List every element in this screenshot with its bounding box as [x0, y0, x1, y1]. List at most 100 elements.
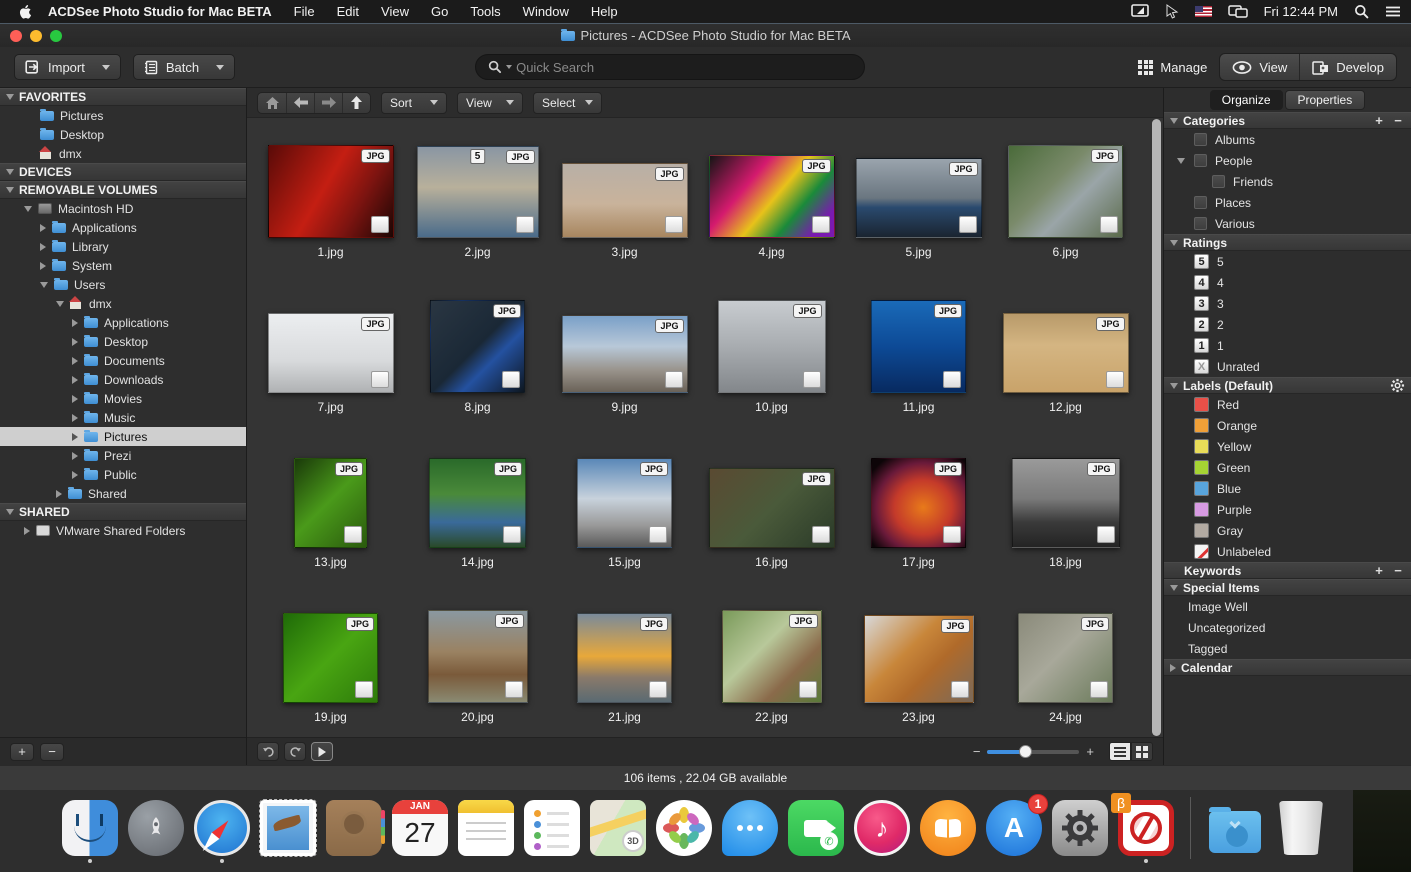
photo-item[interactable]: JPG6.jpg — [992, 130, 1139, 285]
keywords-section-header[interactable]: Keywords + − — [1164, 562, 1411, 579]
dock-ibooks-icon[interactable] — [920, 800, 976, 856]
dock-notes-icon[interactable] — [458, 800, 514, 856]
add-category-button[interactable]: + — [1372, 113, 1386, 128]
label-purple[interactable]: Purple — [1164, 499, 1411, 520]
dock-trash-icon[interactable] — [1273, 800, 1329, 856]
photo-thumbnail[interactable]: JPG — [1003, 313, 1129, 393]
sidebar-item-shared-folder[interactable]: Shared — [0, 484, 246, 503]
photo-thumbnail[interactable]: JPG — [294, 458, 367, 548]
sidebar-item-user-music[interactable]: Music — [0, 408, 246, 427]
removable-volumes-section-header[interactable]: REMOVABLE VOLUMES — [0, 181, 246, 199]
photo-thumbnail[interactable]: JPG — [428, 610, 528, 703]
sidebar-item-dmx-favorite[interactable]: dmx — [0, 144, 246, 163]
select-checkbox[interactable] — [1097, 526, 1115, 543]
slideshow-button[interactable] — [311, 742, 333, 761]
photo-item[interactable]: JPG7.jpg — [257, 285, 404, 440]
photo-thumbnail[interactable]: JPG — [718, 300, 826, 393]
photo-item[interactable]: JPG20.jpg — [404, 595, 551, 737]
minimize-window-button[interactable] — [30, 30, 42, 42]
photo-item[interactable]: JPG1.jpg — [257, 130, 404, 285]
select-checkbox[interactable] — [1100, 216, 1118, 233]
select-checkbox[interactable] — [959, 216, 977, 233]
menu-clock[interactable]: Fri 12:44 PM — [1264, 4, 1338, 19]
menu-window[interactable]: Window — [523, 4, 569, 19]
zoom-slider[interactable] — [987, 750, 1079, 754]
vmware-cursor-icon[interactable] — [1165, 4, 1179, 19]
sidebar-item-users[interactable]: Users — [0, 275, 246, 294]
select-checkbox[interactable] — [1106, 371, 1124, 388]
select-checkbox[interactable] — [951, 681, 969, 698]
select-checkbox[interactable] — [503, 526, 521, 543]
select-checkbox[interactable] — [371, 216, 389, 233]
special-item-uncategorized[interactable]: Uncategorized — [1164, 617, 1411, 638]
shared-section-header[interactable]: SHARED — [0, 503, 246, 521]
photo-thumbnail[interactable]: JPG — [430, 300, 525, 393]
photo-thumbnail[interactable]: JPG — [1008, 145, 1123, 238]
mode-manage-button[interactable]: Manage — [1126, 53, 1219, 81]
sort-dropdown[interactable]: Sort — [381, 92, 447, 114]
dock-downloads-folder-icon[interactable] — [1207, 800, 1263, 856]
tab-organize[interactable]: Organize — [1210, 90, 1283, 110]
sidebar-item-pictures-favorite[interactable]: Pictures — [0, 106, 246, 125]
add-favorite-button[interactable]: + — [10, 743, 34, 761]
special-item-image-well[interactable]: Image Well — [1164, 596, 1411, 617]
vertical-scrollbar[interactable] — [1152, 118, 1161, 737]
import-button[interactable]: Import — [14, 54, 121, 80]
dock-reminders-icon[interactable] — [524, 800, 580, 856]
menu-help[interactable]: Help — [591, 4, 618, 19]
photo-item[interactable]: JPG15.jpg — [551, 440, 698, 595]
spotlight-search-icon[interactable] — [1354, 4, 1369, 19]
displays-icon[interactable] — [1228, 4, 1248, 19]
menu-app-name[interactable]: ACDSee Photo Studio for Mac BETA — [48, 4, 272, 19]
photo-thumbnail[interactable]: JPG — [722, 610, 822, 703]
photo-item[interactable]: JPG14.jpg — [404, 440, 551, 595]
quick-search-input[interactable]: Quick Search — [475, 54, 865, 80]
photo-thumbnail[interactable]: JPG — [864, 615, 974, 703]
window-title-bar[interactable]: Pictures - ACDSee Photo Studio for Mac B… — [0, 23, 1411, 47]
calendar-section-header[interactable]: Calendar — [1164, 659, 1411, 676]
remove-keyword-button[interactable]: − — [1391, 563, 1405, 578]
photo-item[interactable]: 5JPG2.jpg — [404, 130, 551, 285]
photo-thumbnail[interactable]: JPG — [268, 145, 394, 238]
dock-acdsee-icon[interactable]: β — [1118, 800, 1174, 856]
photo-item[interactable]: JPG9.jpg — [551, 285, 698, 440]
label-red[interactable]: Red — [1164, 394, 1411, 415]
select-checkbox[interactable] — [355, 681, 373, 698]
menu-view[interactable]: View — [381, 4, 409, 19]
photo-thumbnail[interactable]: JPG — [562, 163, 688, 238]
dock-photos-icon[interactable] — [656, 800, 712, 856]
photo-thumbnail[interactable]: JPG — [709, 155, 835, 238]
photo-item[interactable]: JPG13.jpg — [257, 440, 404, 595]
zoom-window-button[interactable] — [50, 30, 62, 42]
search-scope-dropdown-arrow[interactable] — [506, 65, 512, 69]
rating-3[interactable]: 33 — [1164, 293, 1411, 314]
close-window-button[interactable] — [10, 30, 22, 42]
back-button[interactable] — [286, 93, 314, 113]
sidebar-item-library[interactable]: Library — [0, 237, 246, 256]
select-checkbox[interactable] — [943, 526, 961, 543]
zoom-in-icon[interactable]: + — [1086, 744, 1094, 759]
photo-thumbnail[interactable]: JPG — [856, 158, 982, 238]
sidebar-item-vmware-shared-folders[interactable]: VMware Shared Folders — [0, 521, 246, 540]
photo-thumbnail[interactable]: JPG — [1012, 458, 1120, 548]
sidebar-item-user-downloads[interactable]: Downloads — [0, 370, 246, 389]
select-checkbox[interactable] — [665, 371, 683, 388]
photo-item[interactable]: JPG10.jpg — [698, 285, 845, 440]
places-checkbox[interactable] — [1194, 196, 1207, 209]
menu-tools[interactable]: Tools — [470, 4, 500, 19]
photo-item[interactable]: JPG22.jpg — [698, 595, 845, 737]
photo-item[interactable]: JPG24.jpg — [992, 595, 1139, 737]
devices-section-header[interactable]: DEVICES — [0, 163, 246, 181]
category-friends[interactable]: Friends — [1164, 171, 1411, 192]
select-checkbox[interactable] — [943, 371, 961, 388]
screen-share-icon[interactable] — [1131, 4, 1149, 19]
notification-center-icon[interactable] — [1385, 4, 1401, 19]
favorites-section-header[interactable]: FAVORITES — [0, 88, 246, 106]
sidebar-item-macintosh-hd[interactable]: Macintosh HD — [0, 199, 246, 218]
select-checkbox[interactable] — [812, 216, 830, 233]
select-checkbox[interactable] — [799, 681, 817, 698]
category-places[interactable]: Places — [1164, 192, 1411, 213]
photo-thumbnail[interactable]: JPG — [709, 468, 835, 548]
photo-item[interactable]: JPG23.jpg — [845, 595, 992, 737]
zoom-out-icon[interactable]: − — [973, 744, 981, 759]
